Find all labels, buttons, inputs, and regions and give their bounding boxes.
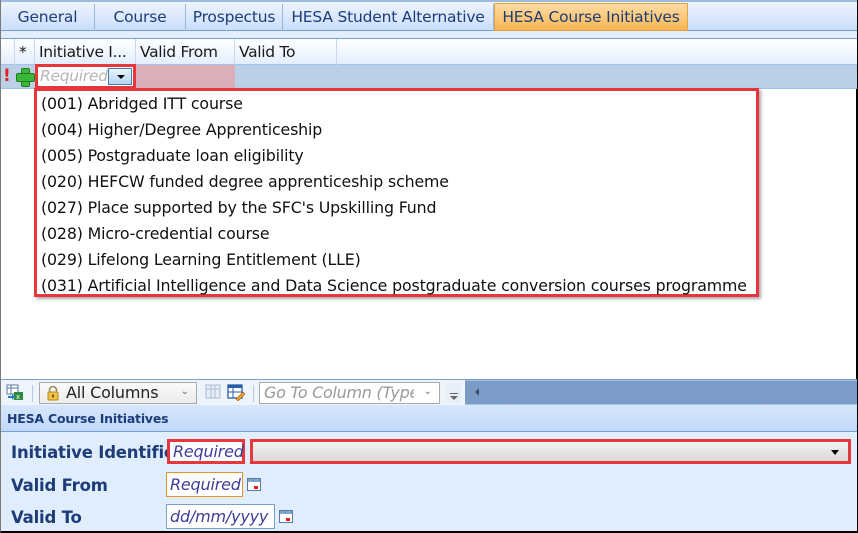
lock-icon bbox=[45, 385, 61, 405]
panel-header: HESA Course Initiatives bbox=[1, 405, 857, 432]
initiative-cell-editor[interactable]: Required bbox=[35, 64, 136, 89]
toolbar-separator bbox=[32, 385, 33, 402]
go-to-column-placeholder: Go To Column (Type bbox=[264, 383, 414, 402]
tab-course[interactable]: Course bbox=[95, 4, 186, 31]
valid-from-cell[interactable] bbox=[136, 65, 235, 88]
new-row[interactable]: ! Required bbox=[1, 64, 857, 89]
valid-from-input[interactable]: Required bbox=[166, 472, 243, 497]
valid-to-input[interactable]: dd/mm/yyyy bbox=[166, 504, 275, 529]
grid-header: * Initiative I... Valid From Valid To bbox=[1, 39, 857, 65]
tab-bar: General Course Prospectus HESA Student A… bbox=[1, 0, 857, 31]
chevron-down-icon[interactable]: ⌄ bbox=[424, 386, 432, 397]
valid-to-label: Valid To bbox=[11, 508, 82, 527]
calendar-icon[interactable] bbox=[247, 478, 261, 491]
svg-text:x: x bbox=[16, 393, 20, 401]
tab-general[interactable]: General bbox=[1, 4, 95, 31]
initiative-identifier-placeholder: Required bbox=[173, 442, 244, 461]
valid-from-placeholder: Required bbox=[170, 475, 241, 494]
column-chooser-select[interactable]: All Columns ⌄ bbox=[39, 382, 197, 404]
column-header-initiative[interactable]: Initiative I... bbox=[35, 39, 136, 65]
initiative-dropdown-list: (001) Abridged ITT course (004) Higher/De… bbox=[34, 88, 759, 297]
valid-to-placeholder: dd/mm/yyyy bbox=[170, 507, 269, 526]
scroll-left-arrow-icon[interactable] bbox=[475, 388, 479, 396]
dropdown-toggle-button[interactable] bbox=[108, 68, 132, 85]
toolbar-overflow-button[interactable] bbox=[447, 383, 461, 403]
dropdown-option[interactable]: (031) Artificial Intelligence and Data S… bbox=[37, 273, 756, 299]
export-excel-icon[interactable]: x bbox=[6, 384, 24, 401]
initiative-identifier-label: Initiative Identifier bbox=[11, 443, 183, 462]
dropdown-option[interactable]: (027) Place supported by the SFC's Upski… bbox=[37, 195, 756, 221]
initiative-identifier-code-input[interactable]: Required bbox=[167, 439, 245, 464]
valid-from-label: Valid From bbox=[11, 476, 108, 495]
row-indicator-header bbox=[1, 39, 15, 65]
horizontal-scrollbar[interactable] bbox=[465, 380, 857, 416]
dropdown-option[interactable]: (005) Postgraduate loan eligibility bbox=[37, 143, 756, 169]
toolbar-separator bbox=[253, 385, 254, 402]
error-indicator: ! bbox=[3, 66, 11, 86]
calendar-icon[interactable] bbox=[279, 510, 293, 523]
dropdown-option[interactable]: (004) Higher/Degree Apprenticeship bbox=[37, 117, 756, 143]
grid-layout-icon[interactable] bbox=[205, 384, 223, 401]
dropdown-option[interactable]: (020) HEFCW funded degree apprenticeship… bbox=[37, 169, 756, 195]
window-frame: General Course Prospectus HESA Student A… bbox=[0, 0, 858, 533]
panel-title: HESA Course Initiatives bbox=[7, 411, 169, 426]
dropdown-option[interactable]: (001) Abridged ITT course bbox=[37, 91, 756, 117]
column-header-star[interactable]: * bbox=[15, 39, 35, 65]
chevron-down-icon: ⌄ bbox=[180, 386, 189, 397]
initiative-identifier-select[interactable] bbox=[250, 439, 851, 464]
tab-hesa-course-initiatives[interactable]: HESA Course Initiatives bbox=[494, 3, 688, 31]
column-chooser-value: All Columns bbox=[66, 383, 159, 402]
tab-hesa-student-alternative[interactable]: HESA Student Alternative bbox=[283, 4, 494, 31]
go-to-column-input[interactable]: Go To Column (Type ⌄ bbox=[259, 382, 440, 404]
column-header-valid-from[interactable]: Valid From bbox=[136, 39, 235, 65]
tab-subbar bbox=[1, 31, 857, 39]
initiative-cell-input[interactable]: Required bbox=[40, 67, 108, 86]
tab-prospectus[interactable]: Prospectus bbox=[186, 4, 283, 31]
column-header-valid-to[interactable]: Valid To bbox=[235, 39, 337, 65]
dropdown-option[interactable]: (029) Lifelong Learning Entitlement (LLE… bbox=[37, 247, 756, 273]
add-row-icon[interactable] bbox=[16, 68, 35, 87]
grid-edit-icon[interactable] bbox=[227, 384, 246, 402]
dropdown-option[interactable]: (028) Micro-credential course bbox=[37, 221, 756, 247]
grid-toolbar: x All Columns ⌄ Go To Column (Type ⌄ bbox=[1, 379, 857, 416]
